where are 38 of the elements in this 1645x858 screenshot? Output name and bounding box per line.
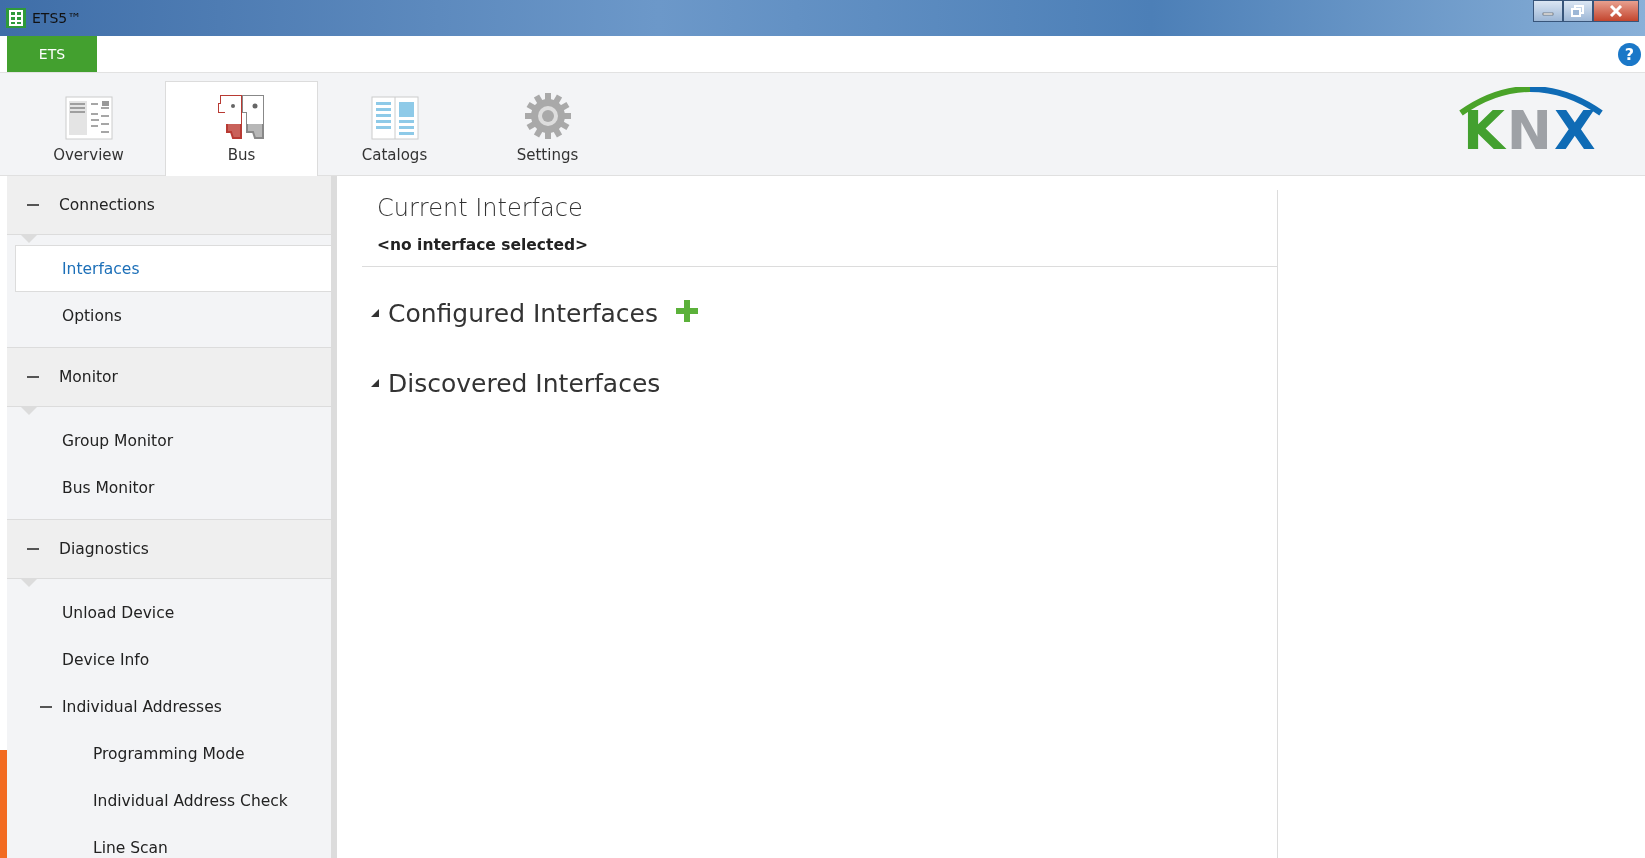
app-icon [6,8,26,28]
ribbon-tab[interactable]: Settings [471,82,624,176]
restore-icon [1571,5,1585,17]
group-header[interactable]: Monitor [59,368,118,386]
group-header[interactable]: Connections [59,196,155,214]
book-icon [370,96,419,140]
interface-value: <no interface selected> [377,236,590,254]
nav-item[interactable]: Bus Monitor [7,464,331,511]
nav-item[interactable]: Programming Mode [7,730,331,777]
section-header[interactable]: Discovered Interfaces [388,368,661,398]
section-header[interactable]: Configured Interfaces [388,298,658,328]
close-button[interactable] [1593,0,1639,22]
collapse-icon[interactable] [40,705,52,708]
ribbon-tab[interactable]: Catalogs [318,82,471,176]
nav-item[interactable]: Line Scan [7,824,331,858]
minimize-button[interactable] [1533,0,1563,22]
restore-button[interactable] [1563,0,1593,22]
collapse-icon[interactable] [370,378,380,388]
nav-item[interactable]: Individual Address Check [7,777,331,824]
group-header[interactable]: Diagnostics [59,540,149,558]
section-title: Current Interface [377,194,584,222]
knx-logo: KNX [1463,103,1598,159]
close-icon [1609,5,1623,17]
nav-item[interactable]: Interfaces [15,245,331,292]
nav-item[interactable]: Options [7,292,331,339]
bus-device-icon [216,94,267,140]
ribbon-tab[interactable]: Bus [165,81,318,176]
document-icon [64,96,113,140]
window-title: ETS5™ [32,10,83,26]
add-icon[interactable] [675,300,698,322]
collapse-icon[interactable] [370,308,380,318]
nav-item[interactable]: Device Info [7,636,331,683]
nav-item[interactable]: Unload Device [7,589,331,636]
ribbon-tab[interactable]: Overview [12,82,165,176]
nav-item[interactable]: Group Monitor [7,417,331,464]
nav-item[interactable]: Individual Addresses [7,683,331,730]
settings-icon [523,92,572,140]
help-button[interactable]: ? [1618,42,1641,66]
